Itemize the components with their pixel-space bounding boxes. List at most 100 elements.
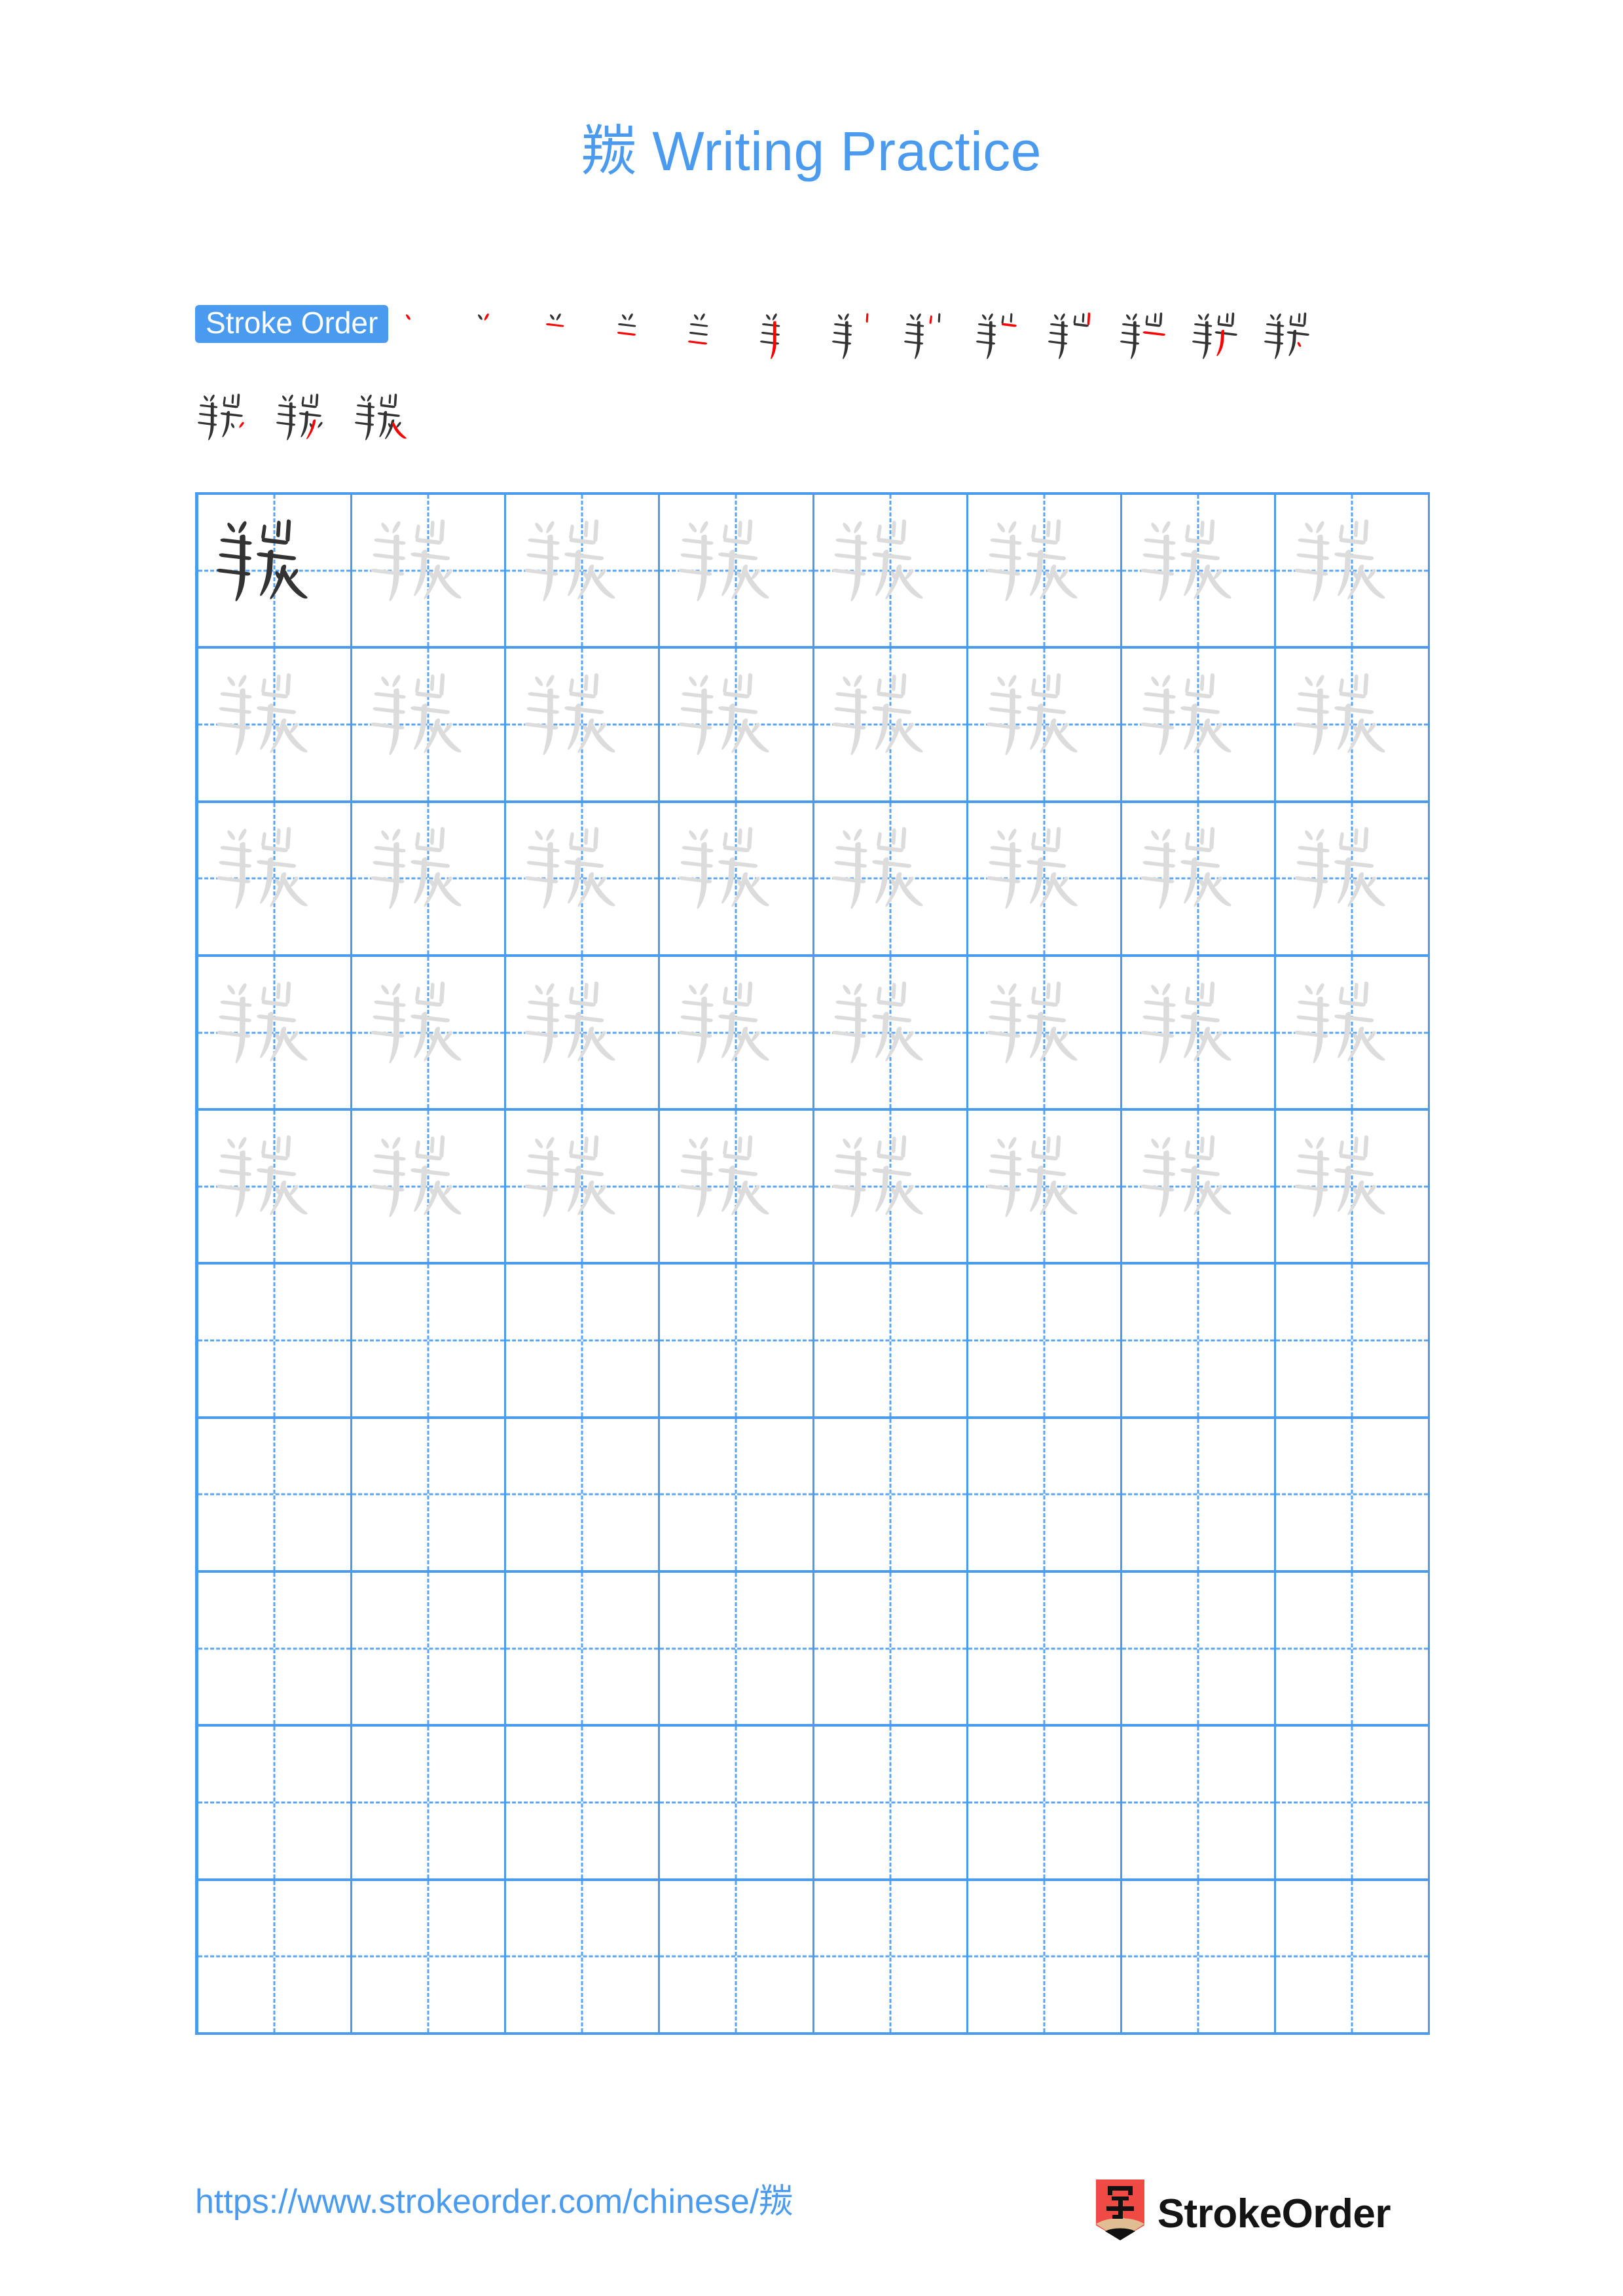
practice-cell[interactable] xyxy=(660,1265,814,1419)
practice-cell[interactable] xyxy=(1122,956,1276,1111)
practice-cell[interactable] xyxy=(1275,1265,1430,1419)
practice-cell[interactable] xyxy=(506,495,661,649)
trace-character xyxy=(198,1111,350,1262)
practice-cell[interactable] xyxy=(1275,1573,1430,1727)
practice-cell[interactable] xyxy=(506,956,661,1111)
practice-row xyxy=(198,495,1430,649)
practice-cell[interactable] xyxy=(660,495,814,649)
practice-cell[interactable] xyxy=(968,1265,1122,1419)
practice-cell[interactable] xyxy=(968,802,1122,957)
trace-character xyxy=(1122,495,1274,646)
practice-cell[interactable] xyxy=(506,1265,661,1419)
practice-cell[interactable] xyxy=(1122,1880,1276,2035)
practice-cell[interactable] xyxy=(660,1418,814,1573)
practice-cell[interactable] xyxy=(814,649,968,803)
practice-cell[interactable] xyxy=(352,1880,507,2035)
practice-cell[interactable] xyxy=(660,802,814,957)
stroke-step-6 xyxy=(757,305,828,378)
practice-cell[interactable] xyxy=(968,1727,1122,1881)
practice-cell[interactable] xyxy=(506,1880,661,2035)
practice-cell[interactable] xyxy=(1275,802,1430,957)
practice-cell[interactable] xyxy=(814,495,968,649)
practice-cell[interactable] xyxy=(1275,649,1430,803)
practice-cell[interactable] xyxy=(198,495,353,649)
practice-cell[interactable] xyxy=(198,802,353,957)
practice-cell[interactable] xyxy=(352,802,507,957)
practice-cell[interactable] xyxy=(968,495,1122,649)
practice-cell[interactable] xyxy=(814,1880,968,2035)
practice-cell[interactable] xyxy=(660,1111,814,1265)
practice-cell[interactable] xyxy=(1275,1418,1430,1573)
trace-character xyxy=(660,649,812,800)
practice-cell[interactable] xyxy=(660,1727,814,1881)
practice-cell[interactable] xyxy=(1122,1111,1276,1265)
practice-cell[interactable] xyxy=(660,1573,814,1727)
practice-cell[interactable] xyxy=(352,1265,507,1419)
trace-character xyxy=(968,495,1120,646)
trace-character xyxy=(506,803,658,954)
practice-cell[interactable] xyxy=(1275,1880,1430,2035)
practice-cell[interactable] xyxy=(1122,1418,1276,1573)
practice-cell[interactable] xyxy=(814,1573,968,1727)
trace-character xyxy=(506,649,658,800)
practice-cell[interactable] xyxy=(352,956,507,1111)
practice-cell[interactable] xyxy=(1122,1573,1276,1727)
practice-cell[interactable] xyxy=(968,1418,1122,1573)
practice-row xyxy=(198,1111,1430,1265)
practice-cell[interactable] xyxy=(198,956,353,1111)
practice-cell[interactable] xyxy=(814,1418,968,1573)
practice-cell[interactable] xyxy=(968,649,1122,803)
practice-cell[interactable] xyxy=(814,956,968,1111)
practice-cell[interactable] xyxy=(352,495,507,649)
practice-cell[interactable] xyxy=(814,802,968,957)
trace-character xyxy=(660,495,812,646)
pencil-logo-icon xyxy=(1095,2179,1144,2240)
trace-character xyxy=(814,495,966,646)
practice-cell[interactable] xyxy=(968,1111,1122,1265)
practice-cell[interactable] xyxy=(198,1573,353,1727)
practice-cell[interactable] xyxy=(660,1880,814,2035)
practice-cell[interactable] xyxy=(352,1727,507,1881)
practice-cell[interactable] xyxy=(814,1727,968,1881)
trace-character xyxy=(198,649,350,800)
practice-cell[interactable] xyxy=(198,1880,353,2035)
practice-cell[interactable] xyxy=(968,1573,1122,1727)
source-url[interactable]: https://www.strokeorder.com/chinese/羰 xyxy=(195,2179,793,2219)
practice-cell[interactable] xyxy=(660,956,814,1111)
practice-cell[interactable] xyxy=(352,649,507,803)
practice-cell[interactable] xyxy=(198,1418,353,1573)
practice-cell[interactable] xyxy=(198,1265,353,1419)
practice-cell[interactable] xyxy=(1275,1111,1430,1265)
trace-character xyxy=(198,803,350,954)
practice-cell[interactable] xyxy=(1122,1727,1276,1881)
practice-cell[interactable] xyxy=(506,1418,661,1573)
practice-cell[interactable] xyxy=(198,1727,353,1881)
practice-cell[interactable] xyxy=(198,649,353,803)
practice-cell[interactable] xyxy=(968,956,1122,1111)
practice-cell[interactable] xyxy=(660,649,814,803)
practice-cell[interactable] xyxy=(352,1418,507,1573)
practice-cell[interactable] xyxy=(352,1111,507,1265)
brand-logo[interactable]: StrokeOrder xyxy=(1095,2179,1430,2249)
practice-cell[interactable] xyxy=(968,1880,1122,2035)
practice-cell[interactable] xyxy=(506,649,661,803)
practice-cell[interactable] xyxy=(814,1111,968,1265)
practice-cell[interactable] xyxy=(506,1727,661,1881)
trace-character xyxy=(1122,1111,1274,1262)
practice-cell[interactable] xyxy=(1275,956,1430,1111)
practice-grid xyxy=(195,492,1430,2035)
practice-cell[interactable] xyxy=(506,802,661,957)
practice-cell[interactable] xyxy=(198,1111,353,1265)
practice-cell[interactable] xyxy=(1122,495,1276,649)
trace-character xyxy=(1276,803,1428,954)
practice-row xyxy=(198,1418,1430,1573)
practice-cell[interactable] xyxy=(352,1573,507,1727)
practice-cell[interactable] xyxy=(1122,1265,1276,1419)
practice-cell[interactable] xyxy=(1275,495,1430,649)
practice-cell[interactable] xyxy=(506,1111,661,1265)
practice-cell[interactable] xyxy=(1122,802,1276,957)
practice-cell[interactable] xyxy=(506,1573,661,1727)
practice-cell[interactable] xyxy=(1122,649,1276,803)
practice-cell[interactable] xyxy=(814,1265,968,1419)
practice-cell[interactable] xyxy=(1275,1727,1430,1881)
